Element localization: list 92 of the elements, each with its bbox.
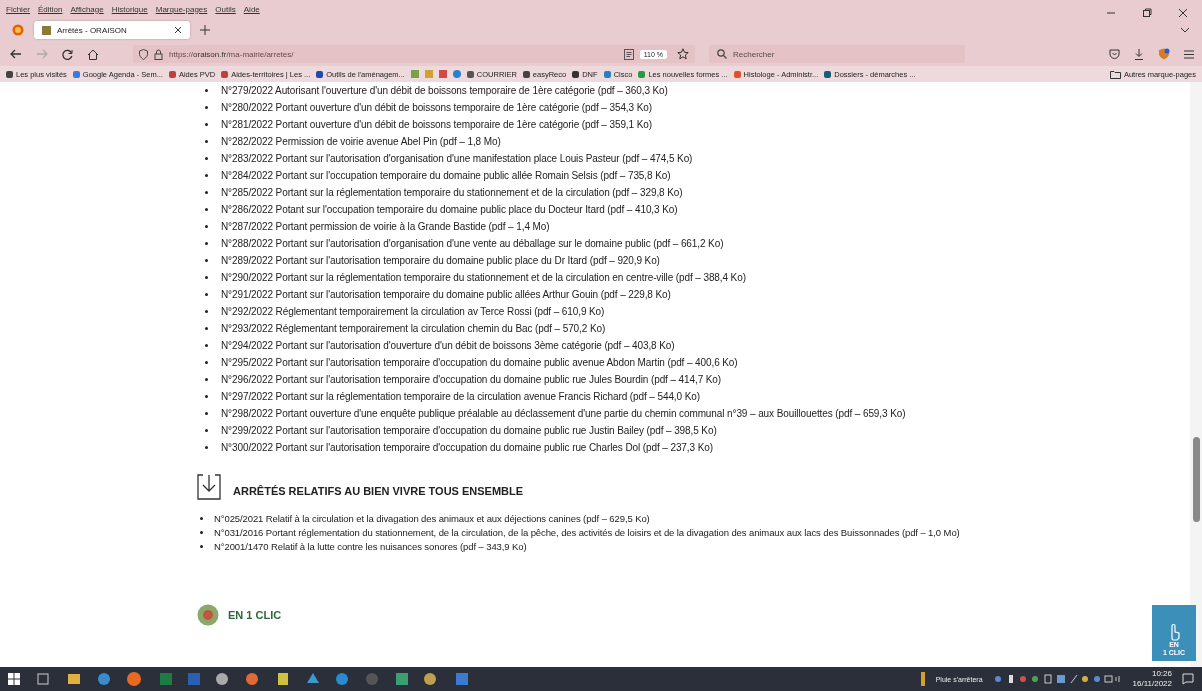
- bookmark-icons-drawing[interactable]: [410, 69, 461, 79]
- menu-item[interactable]: Marque-pages: [155, 4, 208, 14]
- browser-tab[interactable]: Arrêtés - ORAISON: [34, 21, 190, 39]
- clock-date: 16/11/2022: [1132, 679, 1172, 689]
- extension-icon[interactable]: [1158, 48, 1170, 60]
- tray-icons-drawing[interactable]: [992, 673, 1123, 685]
- bullet-icon: [205, 89, 208, 92]
- close-icon[interactable]: [1178, 8, 1188, 18]
- restore-icon[interactable]: [1142, 8, 1152, 18]
- star-icon[interactable]: [677, 48, 689, 60]
- search-field[interactable]: Rechercher: [709, 45, 965, 63]
- folder-icon: [1109, 69, 1121, 79]
- document-link[interactable]: N°025/2021 Relatif à la circulation et la divagation des animaux et aux déjections canines (pdf – 629,5 Ko): [214, 512, 650, 526]
- document-link[interactable]: N°299/2022 Portant sur l'autorisation temporaire d'occupation du domaine public rue Justin Bailey (pdf – 398,5 Ko): [221, 422, 717, 439]
- bullet-icon: [205, 174, 208, 177]
- bullet-icon: [200, 517, 203, 520]
- bullet-icon: [205, 327, 208, 330]
- download-icon[interactable]: [1134, 48, 1144, 60]
- document-link[interactable]: N°293/2022 Réglementant temporairement la circulation chemin du Bac (pdf – 570,2 Ko): [221, 320, 606, 337]
- chevron-down-icon[interactable]: [1180, 26, 1190, 34]
- bullet-icon: [205, 157, 208, 160]
- scrollbar-thumb[interactable]: [1193, 437, 1200, 522]
- circle-logo-icon: [197, 604, 219, 626]
- document-link[interactable]: N°284/2022 Portant sur l'occupation temporaire du domaine public allée Romain Selsis (pdf – 735,8 Ko): [221, 167, 671, 184]
- document-link[interactable]: N°291/2022 Portant sur l'autorisation temporaire du domaine public allées Arthur Gouin (pdf – 229,8 Ko): [221, 286, 671, 303]
- document-link[interactable]: N°280/2022 Portant ouverture d'un débit de boissons temporaire de 1ère catégorie (pdf – 354,3 Ko): [221, 99, 652, 116]
- clock-time: 10:26: [1151, 669, 1172, 679]
- document-link[interactable]: N°294/2022 Portant sur l'autorisation d'ouverture d'un débit de boissons 3ème catégorie (pdf – 403,8 Ko): [221, 337, 675, 354]
- weather-icon: [919, 672, 926, 686]
- bullet-icon: [205, 242, 208, 245]
- menu-item[interactable]: Aide: [243, 4, 260, 14]
- close-icon[interactable]: [174, 26, 182, 34]
- reload-icon[interactable]: [62, 48, 73, 60]
- bullet-icon: [205, 123, 208, 126]
- document-link[interactable]: N°300/2022 Portant sur l'autorisation temporaire d'occupation du domaine public rue Charles Dol (pdf – 237,3 Ko): [221, 439, 713, 456]
- tab-title: Arrêtés - ORAISON: [57, 25, 128, 35]
- scrollbar[interactable]: [1190, 82, 1202, 667]
- bullet-icon: [205, 446, 208, 449]
- document-link[interactable]: N°031/2016 Portant réglementation du stationnement, de la circulation, de la pêche, des activités de loisirs et de la divagation des animaux aux lacs des Buissonnades (pdf – 1,0 Mo): [214, 526, 960, 540]
- menu-item[interactable]: Historique: [111, 4, 148, 14]
- home-icon[interactable]: [87, 48, 99, 60]
- bullet-icon: [205, 378, 208, 381]
- bullet-icon: [205, 106, 208, 109]
- url-text: https://oraison.fr/ma-mairie/arretes/: [169, 49, 294, 59]
- bullet-icon: [205, 412, 208, 415]
- shield-icon: [139, 48, 148, 60]
- document-link[interactable]: N°279/2022 Autorisant l'ouverture d'un débit de boissons temporaire de 1ère catégorie (pdf – 360,3 Ko): [221, 82, 668, 99]
- menu-icon[interactable]: [1184, 49, 1194, 59]
- document-link[interactable]: N°285/2022 Portant sur la réglementation temporaire du stationnement et de la circulation (pdf – 329,8 Ko): [221, 184, 683, 201]
- document-link[interactable]: N°281/2022 Portant ouverture d'un débit de boissons temporaire de 1ère catégorie (pdf – 359,1 Ko): [221, 116, 652, 133]
- bullet-icon: [200, 545, 203, 548]
- bullet-icon: [205, 276, 208, 279]
- menu-item[interactable]: Outils: [215, 4, 236, 14]
- document-link[interactable]: N°286/2022 Potant sur l'occupation temporaire du domaine public place du Docteur Itard (pdf – 410,3 Ko): [221, 201, 678, 218]
- menu-item[interactable]: Fichier: [6, 4, 30, 14]
- back-icon[interactable]: [10, 49, 22, 59]
- document-link[interactable]: N°290/2022 Portant sur la réglementation temporaire du stationnement et de la circulation en centre-ville (pdf – 388,4 Ko): [221, 269, 746, 286]
- favicon-icon: [42, 25, 51, 35]
- menu-item[interactable]: Édition: [38, 4, 63, 14]
- document-link[interactable]: N°292/2022 Réglementant temporairement la circulation av Terce Rossi (pdf – 610,9 Ko): [221, 303, 605, 320]
- bullet-icon: [205, 208, 208, 211]
- lock-icon: [154, 48, 163, 60]
- document-link[interactable]: N°283/2022 Portant sur l'autorisation d'organisation d'une manifestation place Louis Pasteur (pdf – 474,5 Ko): [221, 150, 693, 167]
- notification-icon[interactable]: [1182, 673, 1194, 685]
- document-link[interactable]: N°297/2022 Portant sur la réglementation temporaire de la circulation avenue Francis Richard (pdf – 544,0 Ko): [221, 388, 700, 405]
- plus-icon[interactable]: [200, 25, 210, 35]
- document-link[interactable]: N°295/2022 Portant sur l'autorisation temporaire d'occupation du domaine public avenue Abdon Martin (pdf – 400,6 Ko): [221, 354, 738, 371]
- document-link[interactable]: N°2001/1470 Relatif à la lutte contre les nuisances sonores (pdf – 343,9 Ko): [214, 540, 527, 554]
- bullet-icon: [205, 344, 208, 347]
- section-heading: EN 1 CLIC: [228, 609, 282, 621]
- windows-start-icon[interactable]: [8, 673, 20, 685]
- document-link[interactable]: N°296/2022 Portant sur l'autorisation temporaire d'occupation du domaine public rue Jules Bourdin (pdf – 414,7 Ko): [221, 371, 722, 388]
- bullet-icon: [205, 361, 208, 364]
- document-link[interactable]: N°287/2022 Portant permission de voirie à la Grande Bastide (pdf – 1,4 Mo): [221, 218, 550, 235]
- document-link[interactable]: N°282/2022 Permission de voirie avenue Abel Pin (pdf – 1,8 Mo): [221, 133, 501, 150]
- bullet-icon: [205, 191, 208, 194]
- section-heading: ARRÊTÉS RELATIFS AU BIEN VIVRE TOUS ENSEMBLE: [233, 485, 524, 497]
- document-link[interactable]: N°298/2022 Portant ouverture d'une enquête publique préalable au déclassement d'une partie du chemin communal n°39 – aux Bouillouettes (pdf – 659,3 Ko): [221, 405, 906, 422]
- bullet-icon: [200, 531, 203, 534]
- bullet-icon: [205, 140, 208, 143]
- bullet-icon: [205, 395, 208, 398]
- bullet-icon: [205, 429, 208, 432]
- reader-view-icon[interactable]: [623, 48, 634, 60]
- bullet-icon: [205, 310, 208, 313]
- document-link[interactable]: N°289/2022 Portant sur l'autorisation temporaire du domaine public place du Dr Itard (pdf – 920,9 Ko): [221, 252, 660, 269]
- download-icon: [197, 474, 221, 500]
- menu-item[interactable]: Affichage: [70, 4, 104, 14]
- bullet-icon: [205, 293, 208, 296]
- bullet-icon: [205, 225, 208, 228]
- document-link[interactable]: N°288/2022 Portant sur l'autorisation d'organisation d'une vente au déballage sur le domaine public (pdf – 661,2 Ko): [221, 235, 724, 252]
- pocket-icon[interactable]: [1109, 49, 1120, 59]
- bullet-icon: [205, 259, 208, 262]
